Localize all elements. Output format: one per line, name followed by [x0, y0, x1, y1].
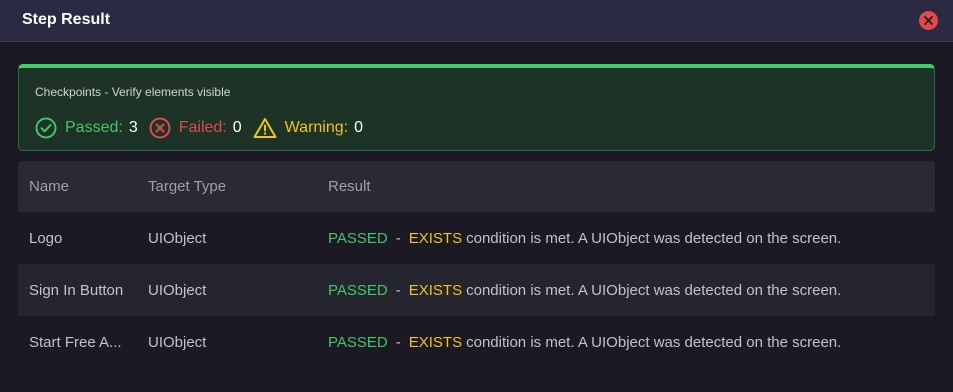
- dialog-titlebar: Step Result: [0, 0, 953, 42]
- table-row[interactable]: Start Free A... UIObject PASSED - EXISTS co…: [18, 316, 935, 368]
- result-message: condition is met. A UIObject was detecte…: [466, 229, 842, 247]
- result-status: PASSED: [328, 333, 388, 351]
- result-keyword: EXISTS: [408, 333, 463, 351]
- cell-target-type: UIObject: [148, 229, 207, 247]
- warning-triangle-icon: [253, 118, 277, 138]
- result-separator: -: [395, 333, 401, 351]
- cell-target-type: UIObject: [148, 281, 207, 299]
- dialog-title: Step Result: [22, 11, 111, 28]
- failed-stat: Failed: 0: [149, 117, 242, 139]
- close-icon: [924, 16, 933, 25]
- result-separator: -: [395, 229, 401, 247]
- close-button[interactable]: [919, 11, 938, 30]
- summary-title: Checkpoints - Verify elements visible: [35, 85, 231, 99]
- column-header-result[interactable]: Result: [318, 178, 935, 195]
- warning-label: Warning:: [284, 119, 349, 136]
- summary-stats: Passed: 3 Failed: 0 Warning: 0: [35, 116, 374, 140]
- cell-name: Logo: [29, 229, 63, 247]
- checkpoint-summary: Checkpoints - Verify elements visible Pa…: [18, 64, 935, 151]
- result-status: PASSED: [328, 229, 388, 247]
- cell-result: PASSED - EXISTS condition is met. A UIObjec…: [318, 334, 935, 351]
- column-header-target-type[interactable]: Target Type: [138, 178, 318, 195]
- passed-label: Passed:: [65, 119, 123, 136]
- warning-stat: Warning: 0: [253, 117, 363, 139]
- cell-result: PASSED - EXISTS condition is met. A UIObjec…: [318, 230, 935, 247]
- cell-result: PASSED - EXISTS condition is met. A UIObjec…: [318, 282, 935, 299]
- results-table: Name Target Type Result Logo UIObject PA…: [18, 161, 935, 368]
- result-message: condition is met. A UIObject was detecte…: [466, 281, 842, 299]
- cell-target-type: UIObject: [148, 333, 207, 351]
- result-keyword: EXISTS: [408, 281, 463, 299]
- check-circle-icon: [35, 117, 57, 139]
- failed-label: Failed:: [178, 119, 227, 136]
- passed-stat: Passed: 3: [35, 117, 138, 139]
- warning-count: 0: [354, 119, 363, 136]
- passed-count: 3: [128, 119, 138, 136]
- table-header: Name Target Type Result: [18, 161, 935, 212]
- cell-name: Start Free A...: [29, 333, 122, 351]
- column-header-name[interactable]: Name: [18, 178, 138, 195]
- result-keyword: EXISTS: [408, 229, 463, 247]
- cell-name: Sign In Button: [29, 281, 124, 299]
- table-row[interactable]: Logo UIObject PASSED - EXISTS condition is …: [18, 212, 935, 264]
- table-row[interactable]: Sign In Button UIObject PASSED - EXISTS con…: [18, 264, 935, 316]
- result-status: PASSED: [328, 281, 388, 299]
- failed-count: 0: [232, 119, 242, 136]
- result-message: condition is met. A UIObject was detecte…: [466, 333, 842, 351]
- x-circle-icon: [149, 117, 171, 139]
- result-separator: -: [395, 281, 401, 299]
